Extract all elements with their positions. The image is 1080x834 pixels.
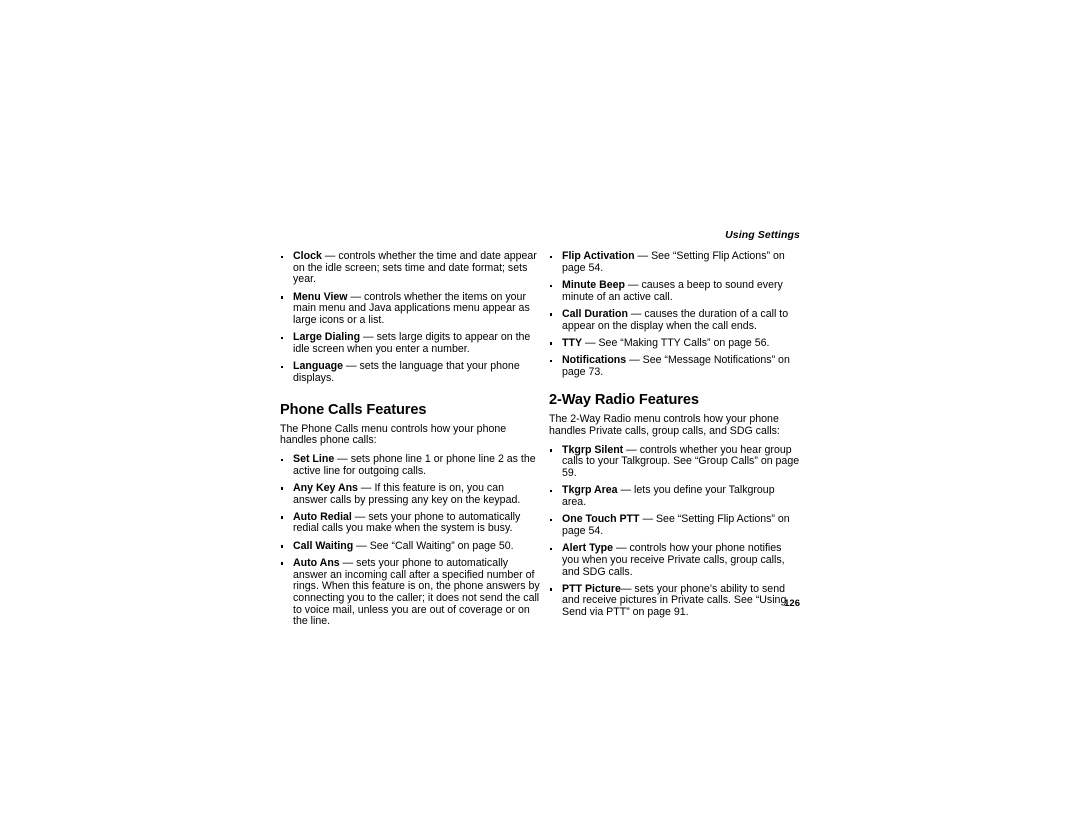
term-label: One Touch PTT bbox=[562, 513, 640, 526]
term-label: Large Dialing bbox=[293, 331, 361, 344]
list-item: Tkgrp Silent — controls whether you hear… bbox=[549, 443, 800, 480]
list-item: Flip Activation — See “Setting Flip Acti… bbox=[549, 250, 800, 274]
two-way-radio-features-section: 2-Way Radio Features The 2-Way Radio men… bbox=[549, 392, 800, 619]
list-item: Auto Ans — sets your phone to automatica… bbox=[280, 556, 540, 628]
term-label: Auto Ans bbox=[293, 556, 340, 569]
term-label: Tkgrp Silent bbox=[562, 443, 624, 456]
two-column-body: Clock — controls whether the time and da… bbox=[280, 250, 800, 629]
term-label: PTT Picture bbox=[562, 582, 621, 595]
term-label: Alert Type bbox=[562, 542, 614, 555]
left-column: Clock — controls whether the time and da… bbox=[280, 250, 540, 629]
right-column: Flip Activation — See “Setting Flip Acti… bbox=[540, 250, 800, 628]
section-heading: Phone Calls Features bbox=[280, 401, 427, 418]
term-label: Menu View bbox=[293, 290, 348, 303]
term-label: Call Waiting bbox=[293, 539, 354, 552]
list-item: Auto Redial — sets your phone to automat… bbox=[280, 510, 540, 535]
running-head: Using Settings bbox=[725, 229, 800, 241]
list-item: Large Dialing — sets large digits to app… bbox=[280, 331, 540, 355]
list-item: Call Waiting — See “Call Waiting” on pag… bbox=[280, 539, 540, 553]
phone-calls-features-section: Phone Calls Features The Phone Calls men… bbox=[280, 402, 540, 629]
document-page: Using Settings Clock — controls whether … bbox=[0, 0, 1080, 834]
term-label: Flip Activation bbox=[562, 250, 635, 262]
list-item: Tkgrp Area — lets you define your Talkgr… bbox=[549, 484, 800, 508]
list-item: TTY — See “Making TTY Calls” on page 56. bbox=[549, 336, 800, 350]
term-label: Minute Beep bbox=[562, 278, 625, 291]
term-label: TTY bbox=[562, 336, 583, 349]
page-number: 126 bbox=[784, 598, 800, 609]
list-item: Alert Type — controls how your phone not… bbox=[549, 542, 800, 578]
list-item: Menu View — controls whether the items o… bbox=[280, 290, 540, 327]
list-item: Set Line — sets phone line 1 or phone li… bbox=[280, 452, 540, 477]
list-item: Clock — controls whether the time and da… bbox=[280, 250, 540, 286]
term-label: Tkgrp Area bbox=[562, 484, 618, 497]
term-label: Set Line bbox=[293, 452, 335, 465]
term-description: — See “Call Waiting” on page 50. bbox=[353, 539, 514, 552]
list-item: Minute Beep — causes a beep to sound eve… bbox=[549, 278, 800, 303]
section-intro: The 2-Way Radio menu controls how your p… bbox=[549, 413, 780, 438]
list-item: Any Key Ans — If this feature is on, you… bbox=[280, 481, 540, 506]
term-label: Clock bbox=[293, 250, 322, 262]
left-top-bullet-list: Clock — controls whether the time and da… bbox=[280, 250, 540, 385]
phone-calls-bullet-list: Set Line — sets phone line 1 or phone li… bbox=[280, 452, 540, 628]
right-top-bullet-list: Flip Activation — See “Setting Flip Acti… bbox=[549, 250, 800, 378]
term-label: Notifications bbox=[562, 353, 627, 366]
list-item: Notifications — See “Message Notificatio… bbox=[549, 353, 800, 378]
section-intro: The Phone Calls menu controls how your p… bbox=[280, 422, 507, 447]
list-item: One Touch PTT — See “Setting Flip Action… bbox=[549, 513, 800, 537]
term-description: — controls whether the time and date app… bbox=[293, 250, 537, 286]
term-label: Call Duration bbox=[562, 307, 628, 320]
term-label: Auto Redial bbox=[293, 510, 352, 523]
term-description: — See “Making TTY Calls” on page 56. bbox=[582, 336, 770, 349]
list-item: Language — sets the language that your p… bbox=[280, 360, 540, 384]
list-item: Call Duration — causes the duration of a… bbox=[549, 307, 800, 332]
term-label: Language bbox=[293, 360, 344, 373]
term-label: Any Key Ans bbox=[293, 481, 358, 494]
section-heading: 2-Way Radio Features bbox=[549, 392, 699, 409]
two-way-radio-bullet-list: Tkgrp Silent — controls whether you hear… bbox=[549, 443, 800, 619]
